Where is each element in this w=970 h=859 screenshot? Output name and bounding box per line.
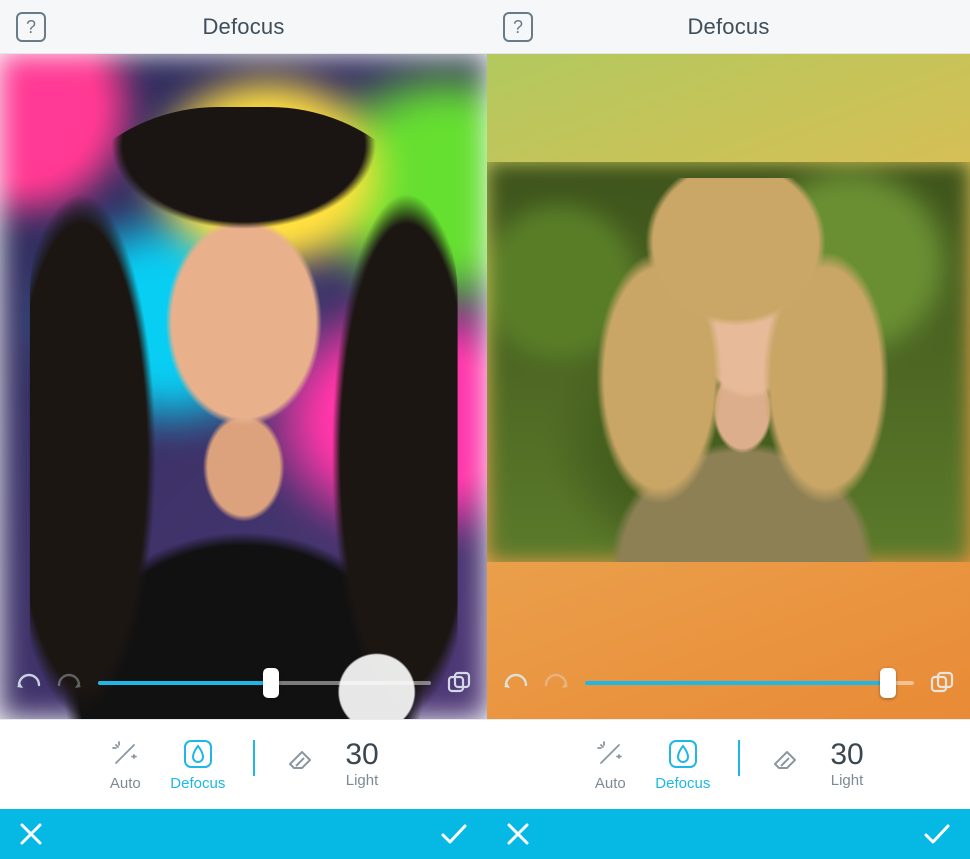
defocus-tool[interactable]: Defocus	[655, 737, 710, 792]
light-value: 30	[830, 740, 863, 770]
photo-canvas[interactable]	[0, 54, 487, 719]
photo-subject	[29, 107, 458, 719]
top-bar: ? Defocus	[487, 0, 970, 54]
light-tool[interactable]: 30 Light	[345, 740, 378, 789]
tool-separator	[738, 740, 740, 776]
top-bar: ? Defocus	[0, 0, 487, 54]
redo-icon[interactable]	[543, 669, 571, 697]
slider-fill	[98, 681, 271, 685]
intensity-slider[interactable]	[98, 667, 431, 699]
cancel-button[interactable]	[18, 821, 44, 847]
help-icon: ?	[513, 17, 523, 38]
auto-tool[interactable]: Auto	[593, 737, 627, 792]
slider-thumb[interactable]	[880, 668, 896, 698]
redo-icon[interactable]	[56, 669, 84, 697]
slider-thumb[interactable]	[263, 668, 279, 698]
blur-icon	[181, 737, 215, 771]
photo-inner	[487, 162, 970, 562]
eraser-tool[interactable]	[283, 741, 317, 775]
light-value: 30	[345, 740, 378, 770]
screen-left: ? Defocus	[0, 0, 487, 859]
cancel-button[interactable]	[505, 821, 531, 847]
defocus-label: Defocus	[170, 775, 225, 792]
photo-canvas[interactable]	[487, 54, 970, 719]
eraser-tool[interactable]	[768, 741, 802, 775]
eraser-icon	[768, 741, 802, 775]
confirm-button[interactable]	[439, 821, 469, 847]
slider-fill	[585, 681, 888, 685]
eraser-icon	[283, 741, 317, 775]
tool-row: Auto Defocus	[487, 719, 970, 809]
help-button[interactable]: ?	[16, 12, 46, 42]
undo-icon[interactable]	[14, 669, 42, 697]
canvas-controls	[0, 657, 487, 709]
defocus-tool[interactable]: Defocus	[170, 737, 225, 792]
help-icon: ?	[26, 17, 36, 38]
compare-icon[interactable]	[928, 669, 956, 697]
light-label: Light	[831, 772, 864, 789]
wand-icon	[108, 737, 142, 771]
light-label: Light	[346, 772, 379, 789]
undo-icon[interactable]	[501, 669, 529, 697]
screen-right: ? Defocus	[487, 0, 970, 859]
tool-row: Auto Defocus	[0, 719, 487, 809]
defocus-label: Defocus	[655, 775, 710, 792]
page-title: Defocus	[202, 14, 284, 40]
light-tool[interactable]: 30 Light	[830, 740, 863, 789]
confirm-bar	[487, 809, 970, 859]
confirm-bar	[0, 809, 487, 859]
tool-separator	[253, 740, 255, 776]
help-button[interactable]: ?	[503, 12, 533, 42]
auto-label: Auto	[595, 775, 626, 792]
wand-icon	[593, 737, 627, 771]
auto-tool[interactable]: Auto	[108, 737, 142, 792]
auto-label: Auto	[110, 775, 141, 792]
page-title: Defocus	[687, 14, 769, 40]
intensity-slider[interactable]	[585, 667, 914, 699]
compare-icon[interactable]	[445, 669, 473, 697]
canvas-controls	[487, 657, 970, 709]
photo-subject	[569, 178, 917, 562]
blur-icon	[666, 737, 700, 771]
confirm-button[interactable]	[922, 821, 952, 847]
